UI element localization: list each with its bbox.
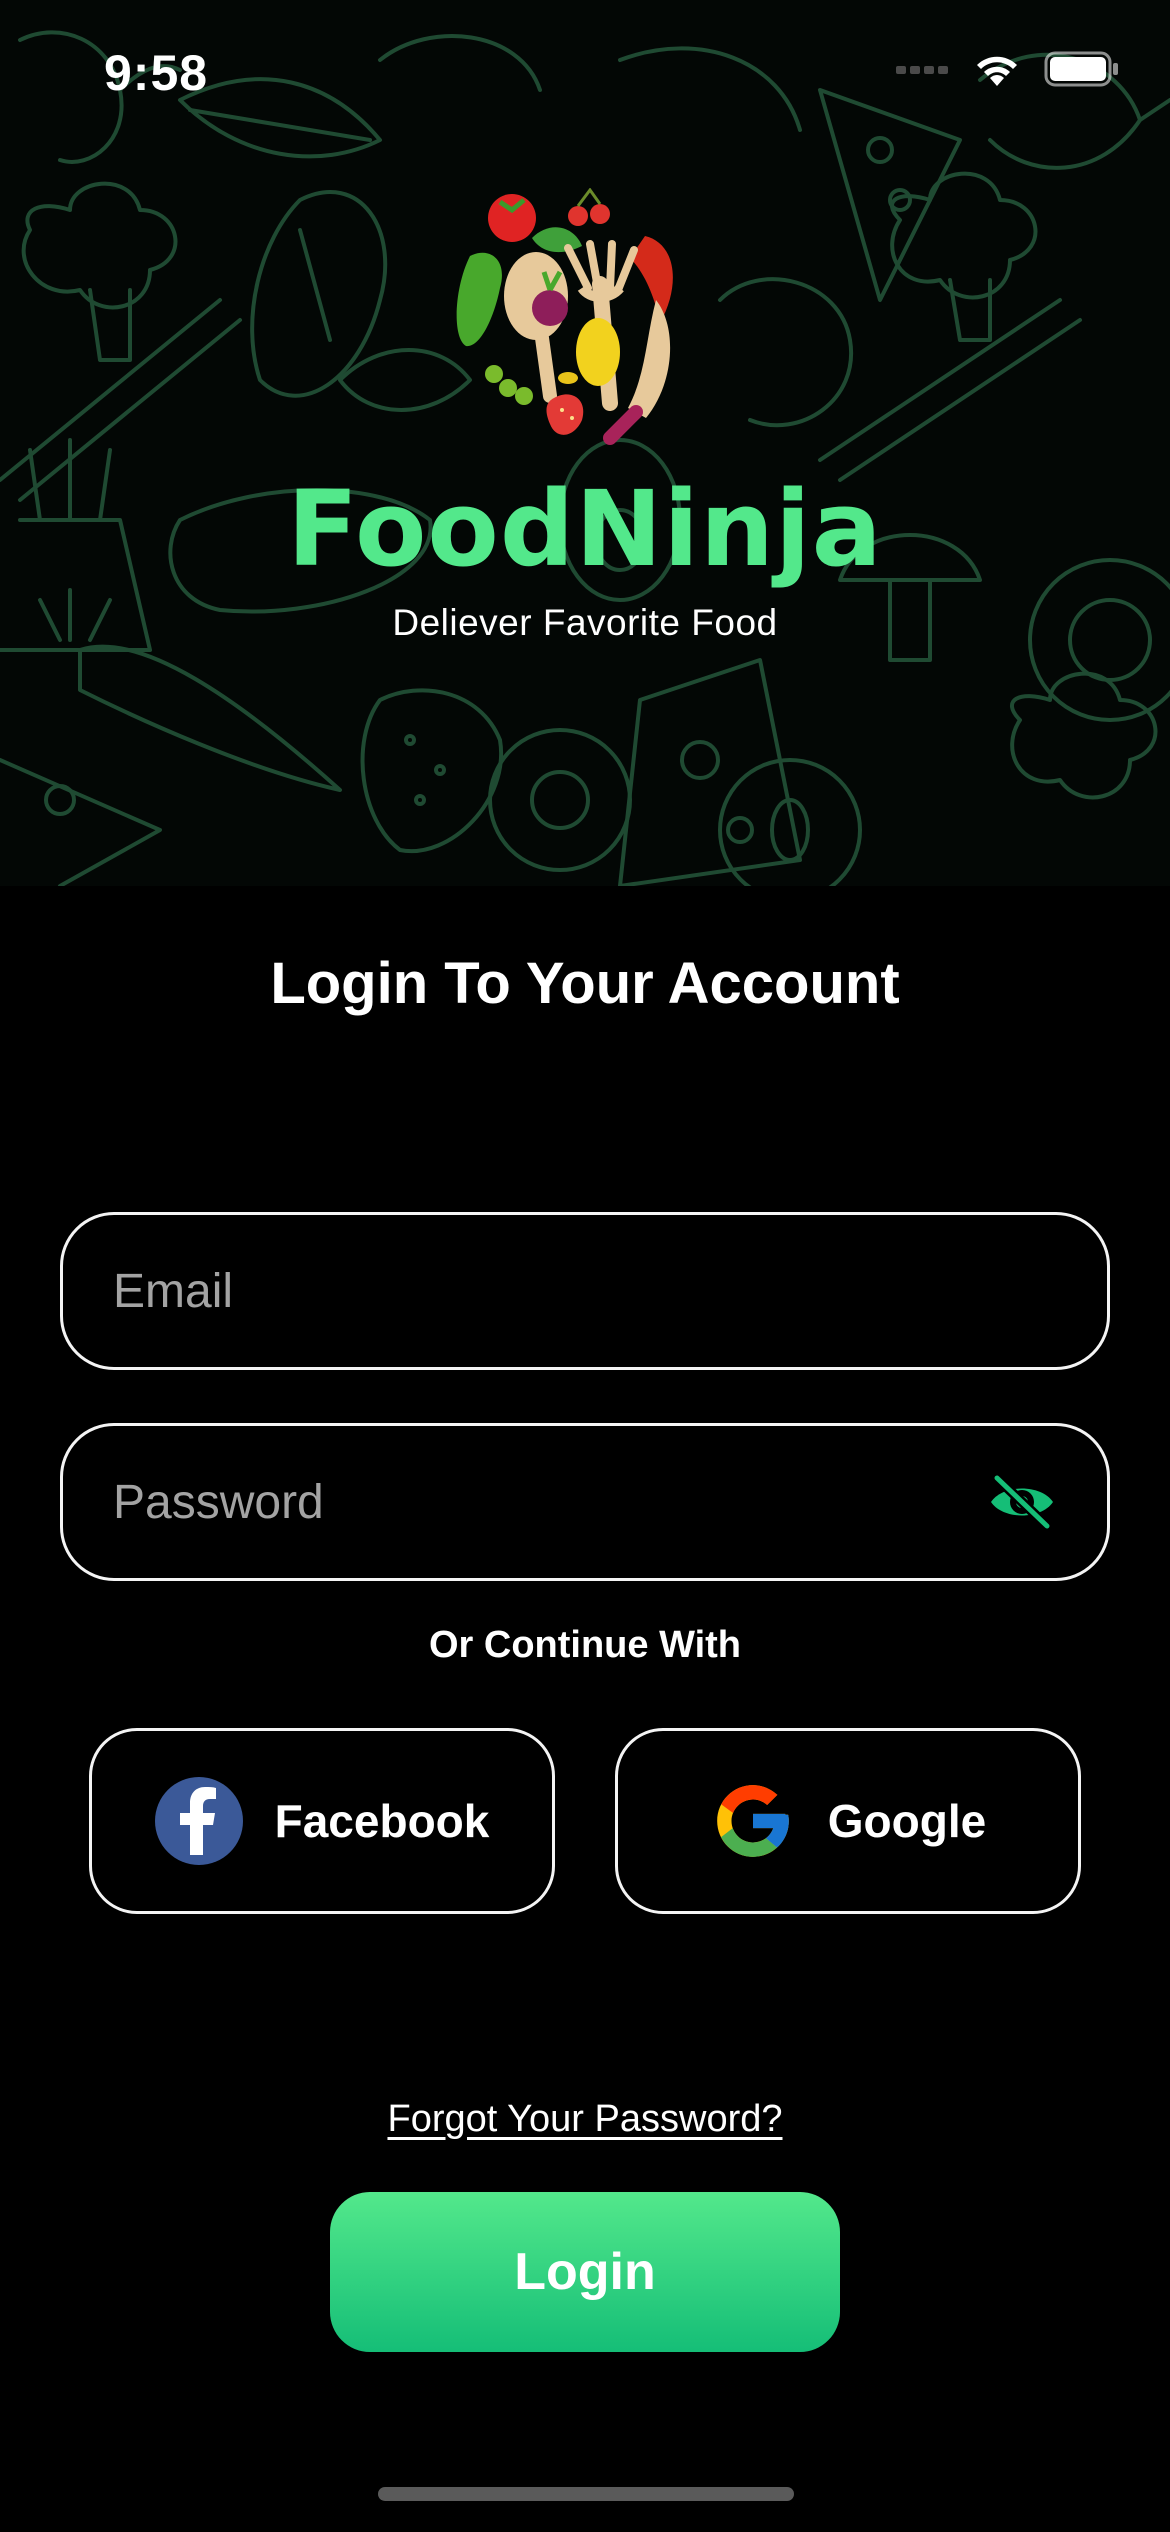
login-button[interactable]: Login — [330, 2192, 840, 2352]
home-indicator — [378, 2487, 794, 2501]
google-login-button[interactable]: Google — [615, 1728, 1081, 1914]
page-title: Login To Your Account — [270, 951, 900, 1016]
facebook-label: Facebook — [274, 1795, 490, 1847]
google-label: Google — [827, 1795, 987, 1847]
google-icon — [716, 1785, 789, 1857]
facebook-icon — [154, 1777, 243, 1865]
email-input[interactable] — [111, 1262, 935, 1320]
status-time: 9:58 — [104, 45, 209, 101]
password-field[interactable] — [60, 1423, 1110, 1581]
status-icons — [896, 50, 1120, 88]
wifi-icon — [977, 56, 1017, 86]
food-wreath-logo-icon — [456, 187, 673, 445]
login-button-label: Login — [514, 2243, 656, 2301]
signal-icon — [896, 66, 948, 74]
or-continue-label: Or Continue With — [428, 1624, 742, 1666]
battery-icon — [1044, 51, 1118, 87]
password-input[interactable] — [111, 1473, 935, 1531]
forgot-password-link[interactable]: Forgot Your Password? — [0, 2098, 1170, 2141]
brand-tagline: Deliever Favorite Food — [392, 602, 778, 643]
brand-name: FoodNinja — [287, 468, 883, 590]
email-field[interactable] — [60, 1212, 1110, 1370]
password-visibility-toggle[interactable] — [987, 1472, 1057, 1532]
eye-off-icon — [991, 1473, 1053, 1531]
app-logo — [450, 187, 720, 448]
facebook-login-button[interactable]: Facebook — [89, 1728, 555, 1914]
